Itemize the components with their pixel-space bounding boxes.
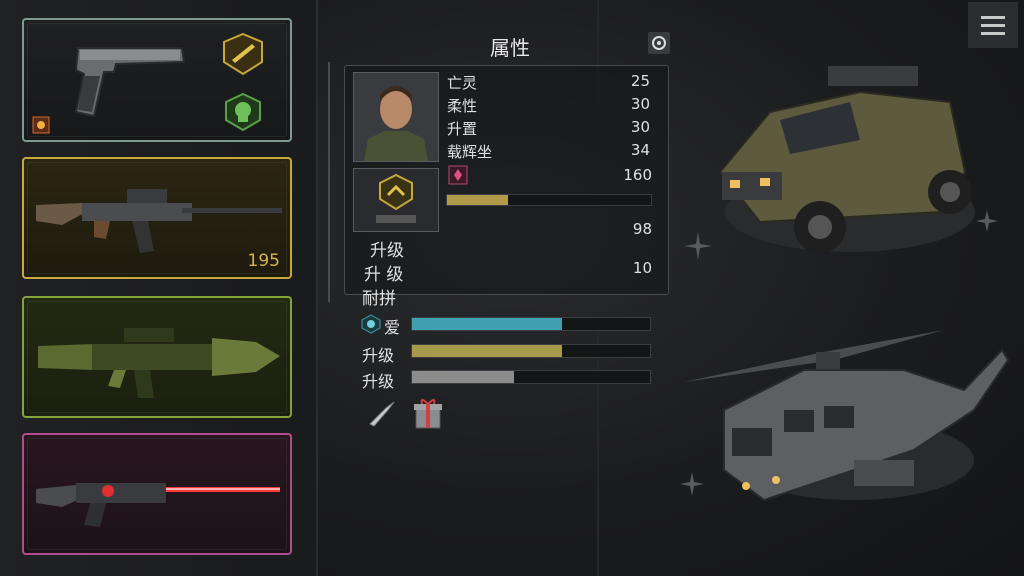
power-bar	[446, 194, 652, 206]
sparkle-icon	[976, 210, 998, 232]
weapon-card-rpg[interactable]	[22, 296, 292, 418]
attribute-bar-fill	[412, 318, 562, 330]
stat-value: 34	[630, 141, 650, 159]
page-title: 属性	[490, 36, 530, 60]
armored-truck[interactable]	[700, 62, 990, 262]
rifle-icon	[36, 189, 282, 253]
pistol-icon	[74, 47, 186, 118]
attribute-bar-fill	[412, 371, 515, 383]
helicopter[interactable]	[684, 310, 1014, 510]
value-10: 10	[632, 259, 652, 277]
soldier-avatar	[354, 73, 438, 161]
power-bar-fill	[447, 195, 509, 205]
stat-label: 亡灵	[447, 74, 478, 92]
bar-label: 升级	[362, 346, 395, 365]
character-portrait	[353, 72, 439, 162]
gift-box-icon[interactable]	[412, 396, 444, 430]
panel-bracket	[328, 62, 340, 302]
bullet-icon[interactable]	[366, 398, 398, 430]
settings-button[interactable]	[648, 32, 670, 54]
rank-badge-icon	[376, 173, 416, 223]
durability-label: 耐拼	[362, 289, 396, 309]
power-value: 160	[623, 166, 652, 184]
upgrade-label-2: 升 级	[364, 265, 404, 285]
stat-value: 25	[630, 72, 650, 90]
weapon-card-rifle[interactable]: 195	[22, 157, 292, 279]
ammo-count: 195	[247, 251, 280, 271]
power-icon	[448, 165, 468, 185]
stat-label: 载辉坐	[447, 143, 493, 161]
value-98: 98	[632, 220, 652, 238]
attribute-bar-fill	[412, 345, 562, 357]
laser-rifle-icon	[36, 483, 280, 527]
bar-label: 爱	[384, 318, 401, 337]
attribute-bar	[411, 317, 651, 331]
rank-box	[353, 168, 439, 232]
attribute-bar	[411, 344, 651, 358]
stat-label: 升置	[447, 120, 478, 138]
stat-value: 30	[630, 118, 650, 136]
small-rank-badge	[32, 116, 50, 134]
attribute-bar	[411, 370, 651, 384]
sparkle-icon	[684, 232, 712, 260]
panel-divider	[316, 0, 318, 576]
weapon-card-laser[interactable]	[22, 433, 292, 555]
stat-label: 柔性	[447, 97, 478, 115]
stat-value: 30	[630, 95, 650, 113]
green-skull-badge	[225, 92, 261, 132]
weapon-card-pistol[interactable]	[22, 18, 292, 142]
upgrade-label: 升级	[370, 241, 404, 261]
menu-button[interactable]	[968, 2, 1018, 48]
gold-weapon-badge	[223, 32, 263, 76]
skull-icon	[361, 314, 381, 334]
settings-icon	[652, 36, 666, 50]
rpg-icon	[38, 328, 280, 398]
bar-label: 升级	[362, 372, 395, 391]
sparkle-icon	[680, 472, 704, 496]
